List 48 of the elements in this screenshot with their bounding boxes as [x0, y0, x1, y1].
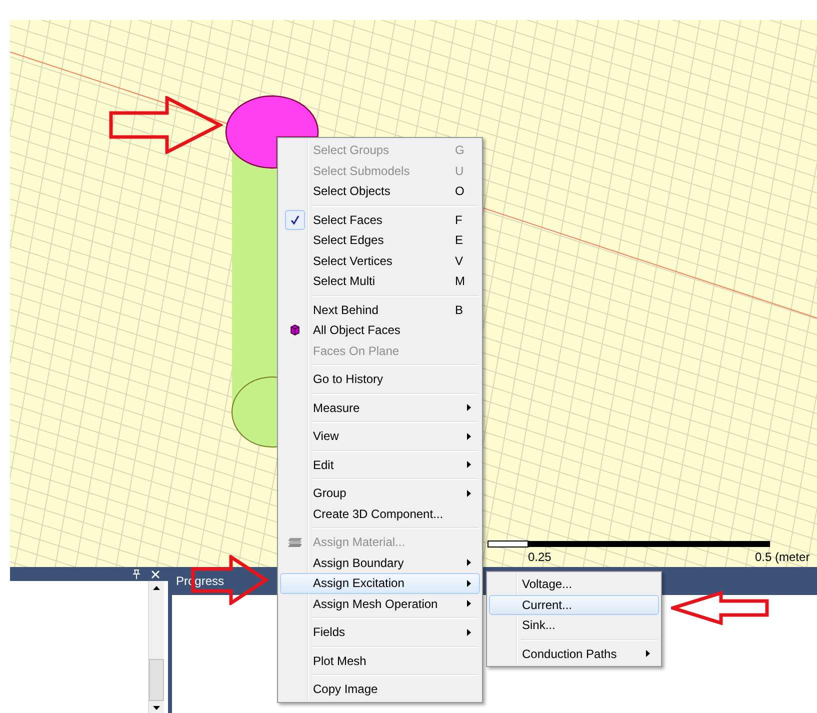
menu-item[interactable]: Go to History — [280, 369, 480, 390]
submenu-arrow-icon — [467, 559, 471, 566]
submenu-arrow-icon — [467, 490, 471, 497]
submenu-arrow-icon — [467, 600, 471, 608]
layers-icon — [287, 536, 303, 548]
menu-item[interactable]: Assign Excitation — [280, 573, 480, 594]
menu-item[interactable]: Fields — [280, 622, 480, 642]
shortcut-key: U — [455, 164, 479, 178]
menu-item[interactable]: Select Objects O — [280, 181, 480, 202]
menu-item[interactable]: Sink... — [489, 615, 659, 636]
menu-item[interactable]: Plot Mesh — [280, 650, 480, 671]
menu-item[interactable]: Current... — [489, 594, 659, 615]
shortcut-key: B — [455, 302, 479, 317]
menu-item[interactable]: Next Behind B — [280, 300, 480, 320]
menu-item[interactable]: Select Multi M — [280, 271, 480, 292]
shortcut-key: G — [455, 143, 479, 158]
shortcut-key: M — [455, 274, 479, 288]
submenu-arrow-icon — [467, 580, 471, 587]
scale-label: 0.5 (meter — [755, 550, 810, 564]
menu-item[interactable]: Group — [280, 483, 480, 504]
menu-item[interactable]: Create 3D Component... — [280, 504, 480, 524]
menu-item[interactable]: Conduction Paths — [489, 644, 659, 664]
menu-item[interactable]: Select Edges E — [280, 230, 480, 250]
submenu-arrow-icon — [467, 461, 471, 468]
menu-item[interactable]: Voltage... — [489, 574, 659, 594]
cube-icon — [290, 324, 300, 336]
shortcut-key: E — [455, 233, 479, 248]
shortcut-key: V — [455, 254, 479, 268]
close-icon[interactable] — [149, 568, 162, 580]
menu-item[interactable]: Select Faces F — [280, 210, 480, 230]
menu-item[interactable]: Measure — [280, 398, 480, 418]
submenu-arrow-icon — [467, 404, 471, 412]
submenu-arrow-icon — [467, 628, 471, 636]
scrollbar[interactable] — [148, 581, 164, 713]
scroll-thumb[interactable] — [149, 659, 164, 701]
scale-label: 0.25 — [528, 550, 552, 564]
pin-icon[interactable] — [130, 567, 143, 581]
menu-item[interactable]: Edit — [280, 454, 480, 475]
menu-item[interactable]: Assign Boundary — [280, 552, 480, 573]
menu-item[interactable]: All Object Faces — [280, 320, 480, 340]
menu-item[interactable]: Copy Image — [280, 679, 480, 700]
submenu-arrow-icon — [646, 650, 650, 658]
submenu-arrow-icon — [467, 432, 471, 440]
menu-item[interactable]: View — [280, 426, 480, 446]
menu-item[interactable]: Select Vertices V — [280, 250, 480, 271]
shortcut-key: F — [455, 212, 479, 227]
menu-item[interactable]: Assign Mesh Operation — [280, 594, 480, 614]
shortcut-key: O — [455, 184, 479, 198]
